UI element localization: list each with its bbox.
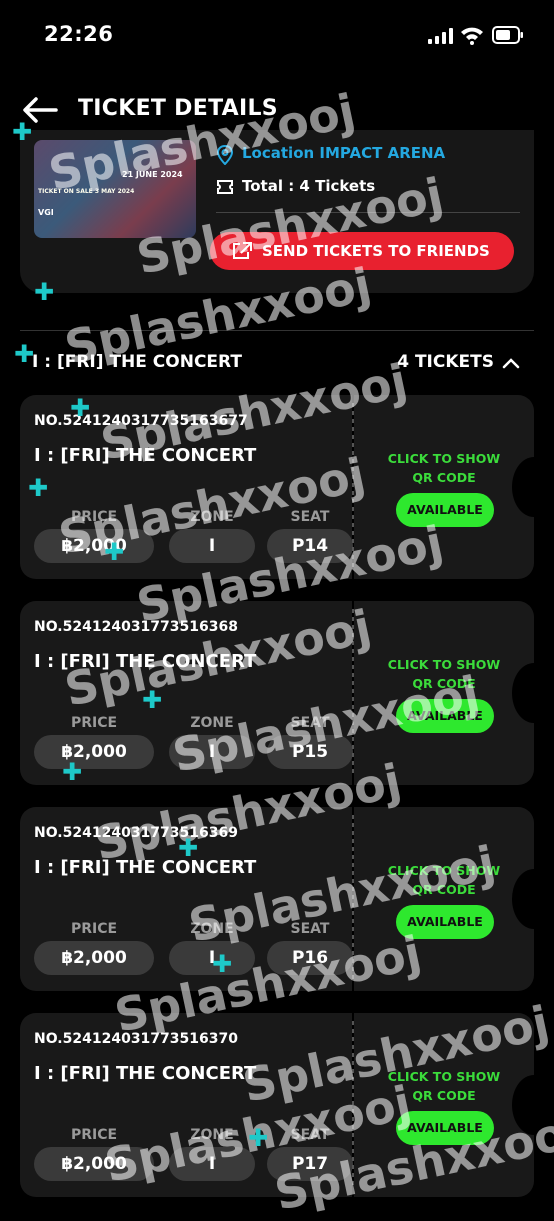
ticket-info-panel: NO.524124031773516368 I : [FRI] THE CONC… (20, 601, 353, 785)
zone-value: I (169, 1147, 255, 1181)
available-button[interactable]: AVAILABLE (396, 493, 494, 527)
price-label: PRICE (70, 921, 118, 937)
ticket-group-count: 4 TICKETS (397, 352, 494, 372)
qr-line-2: QR CODE (412, 470, 476, 485)
price-value: ฿2,000 (34, 529, 154, 563)
zone-label: ZONE (190, 715, 234, 731)
ticket-action-panel: CLICK TO SHOW QR CODE AVAILABLE (354, 601, 534, 785)
page-title: TICKET DETAILS (78, 96, 278, 121)
event-poster: 21 JUNE 2024 TICKET ON SALE 3 MAY 2024 V… (34, 140, 196, 238)
zone-value: I (169, 941, 255, 975)
seat-value: P16 (267, 941, 353, 975)
qr-line-1: CLICK TO SHOW (387, 657, 501, 672)
show-qr-link[interactable]: CLICK TO SHOW QR CODE (376, 861, 512, 899)
ticket-card: NO.524124031773516369 I : [FRI] THE CONC… (20, 807, 534, 991)
ticket-notch (512, 869, 534, 929)
ticket-name: I : [FRI] THE CONCERT (34, 651, 257, 672)
available-button[interactable]: AVAILABLE (396, 905, 494, 939)
show-qr-link[interactable]: CLICK TO SHOW QR CODE (376, 449, 512, 487)
ticket-info-panel: NO.5241240317735163677 I : [FRI] THE CON… (20, 395, 353, 579)
show-qr-link[interactable]: CLICK TO SHOW QR CODE (376, 655, 512, 693)
price-label: PRICE (70, 509, 118, 525)
zone-label: ZONE (190, 921, 234, 937)
poster-logos: VGI (38, 208, 54, 217)
price-label: PRICE (70, 1127, 118, 1143)
ticket-number: NO.5241240317735163677 (34, 413, 248, 429)
event-location: Location IMPACT ARENA (242, 144, 446, 162)
ticket-notch (512, 663, 534, 723)
zone-value: I (169, 735, 255, 769)
ticket-card: NO.524124031773516368 I : [FRI] THE CONC… (20, 601, 534, 785)
price-value: ฿2,000 (34, 735, 154, 769)
ticket-action-panel: CLICK TO SHOW QR CODE AVAILABLE (354, 1013, 534, 1197)
seat-label: SEAT (290, 509, 330, 525)
ticket-icon (217, 180, 233, 194)
poster-sale-text: TICKET ON SALE 3 MAY 2024 (38, 188, 135, 195)
ticket-number: NO.524124031773516370 (34, 1031, 238, 1047)
ticket-number: NO.524124031773516369 (34, 825, 238, 841)
seat-value: P15 (267, 735, 353, 769)
ticket-action-panel: CLICK TO SHOW QR CODE AVAILABLE (354, 395, 534, 579)
qr-line-2: QR CODE (412, 1088, 476, 1103)
ticket-info-panel: NO.524124031773516370 I : [FRI] THE CONC… (20, 1013, 353, 1197)
price-value: ฿2,000 (34, 1147, 154, 1181)
chevron-up-icon[interactable] (502, 356, 520, 370)
status-bar: 22:26 (0, 0, 554, 70)
seat-label: SEAT (290, 715, 330, 731)
seat-value: P17 (267, 1147, 353, 1181)
ticket-group-name: I : [FRI] THE CONCERT (32, 352, 242, 372)
back-arrow-icon[interactable] (22, 96, 58, 124)
qr-line-1: CLICK TO SHOW (387, 863, 501, 878)
ticket-name: I : [FRI] THE CONCERT (34, 445, 257, 466)
ticket-name: I : [FRI] THE CONCERT (34, 1063, 257, 1084)
app-header: TICKET DETAILS (0, 88, 554, 133)
ticket-notch (512, 1075, 534, 1135)
price-label: PRICE (70, 715, 118, 731)
wifi-icon (461, 27, 483, 45)
seat-label: SEAT (290, 1127, 330, 1143)
zone-label: ZONE (190, 1127, 234, 1143)
seat-label: SEAT (290, 921, 330, 937)
ticket-card: NO.5241240317735163677 I : [FRI] THE CON… (20, 395, 534, 579)
cellular-signal-icon (428, 28, 453, 44)
ticket-action-panel: CLICK TO SHOW QR CODE AVAILABLE (354, 807, 534, 991)
qr-line-2: QR CODE (412, 882, 476, 897)
external-share-icon (233, 242, 252, 259)
price-value: ฿2,000 (34, 941, 154, 975)
zone-label: ZONE (190, 509, 234, 525)
available-button[interactable]: AVAILABLE (396, 1111, 494, 1145)
ticket-card: NO.524124031773516370 I : [FRI] THE CONC… (20, 1013, 534, 1197)
total-tickets: Total : 4 Tickets (242, 177, 376, 195)
ticket-name: I : [FRI] THE CONCERT (34, 857, 257, 878)
location-pin-icon (216, 145, 234, 165)
ticket-number: NO.524124031773516368 (34, 619, 238, 635)
send-tickets-button[interactable]: SEND TICKETS TO FRIENDS (210, 232, 514, 270)
poster-date: 21 JUNE 2024 (122, 170, 183, 179)
zone-value: I (169, 529, 255, 563)
send-tickets-label: SEND TICKETS TO FRIENDS (262, 242, 490, 260)
ticket-info-panel: NO.524124031773516369 I : [FRI] THE CONC… (20, 807, 353, 991)
battery-icon (492, 26, 523, 44)
card-divider (216, 212, 520, 213)
show-qr-link[interactable]: CLICK TO SHOW QR CODE (376, 1067, 512, 1105)
section-divider (20, 330, 534, 331)
ticket-group-header[interactable]: I : [FRI] THE CONCERT 4 TICKETS (20, 352, 534, 380)
qr-line-2: QR CODE (412, 676, 476, 691)
qr-line-1: CLICK TO SHOW (387, 1069, 501, 1084)
status-time: 22:26 (44, 22, 114, 46)
available-button[interactable]: AVAILABLE (396, 699, 494, 733)
event-info-card: 21 JUNE 2024 TICKET ON SALE 3 MAY 2024 V… (20, 130, 534, 293)
qr-line-1: CLICK TO SHOW (387, 451, 501, 466)
seat-value: P14 (267, 529, 353, 563)
ticket-notch (512, 457, 534, 517)
